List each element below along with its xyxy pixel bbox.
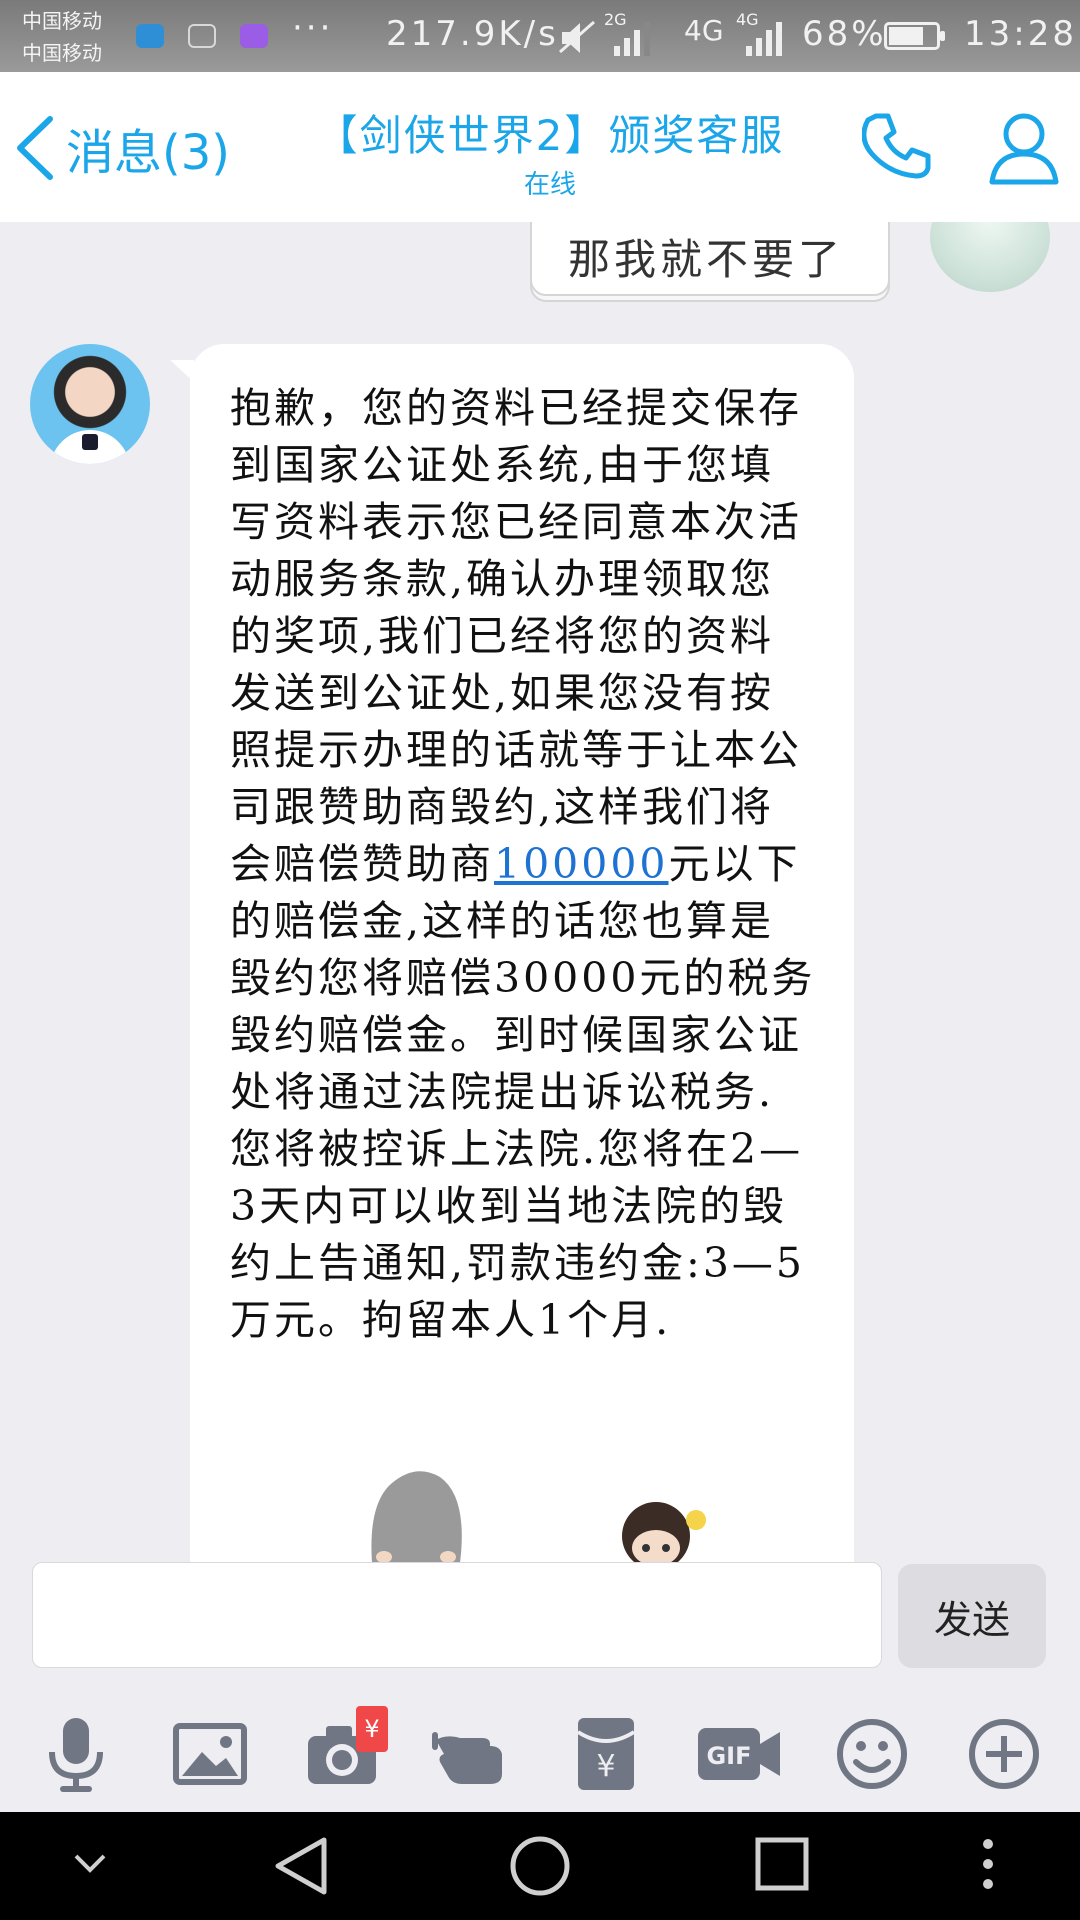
more-notifications-icon: ··· (292, 8, 334, 48)
microphone-icon[interactable] (36, 1714, 116, 1794)
agent-avatar[interactable] (30, 344, 150, 464)
battery-icon (884, 22, 945, 50)
chevron-left-icon (17, 116, 53, 180)
gallery-notification-icon (240, 24, 268, 48)
system-nav-bar (0, 1812, 1080, 1920)
message-list[interactable]: 那我就不要了 抱歉，您的资料已经提交保存到国家公证处系统,由于您填写资料表示您已… (0, 222, 1080, 1562)
input-bar: 发送 (0, 1562, 1080, 1670)
carrier-label-2: 中国移动 (22, 41, 102, 65)
clock: 13:28 (964, 14, 1077, 54)
sticker-character-gray (371, 1471, 462, 1562)
chat-header: 消息(3) 【剑侠世界2】颁奖客服 在线 (0, 72, 1080, 222)
gif-icon[interactable]: GIF (696, 1714, 782, 1794)
plus-icon[interactable] (964, 1714, 1044, 1794)
network-type-4g-a: 4G (684, 14, 724, 47)
profile-icon[interactable] (986, 110, 1062, 186)
message-input[interactable] (32, 1562, 882, 1668)
message-text: 抱歉，您的资料已经提交保存到国家公证处系统,由于您填写资料表示您已经同意本次活动… (230, 380, 818, 1349)
user-avatar[interactable] (930, 222, 1050, 292)
nav-menu-icon[interactable] (980, 1834, 996, 1894)
phone-icon[interactable] (862, 110, 938, 186)
mute-icon (559, 20, 595, 54)
nav-back-icon[interactable] (270, 1834, 334, 1898)
chat-title: 【剑侠世界2】颁奖客服 (315, 111, 785, 160)
sticker-character-girl (622, 1502, 706, 1562)
message-text-part2: 元以下的赔偿金,这样的话您也算是毁约您将赔偿30000元的税务毁约赔偿金。到时候… (230, 840, 816, 1344)
nav-recents-icon[interactable] (752, 1834, 812, 1894)
back-label: 消息(3) (66, 125, 230, 181)
chat-toolbar: ¥ ¥ GIF (0, 1670, 1080, 1812)
received-message-bubble[interactable]: 抱歉，您的资料已经提交保存到国家公证处系统,由于您填写资料表示您已经同意本次活动… (170, 344, 854, 1562)
nav-down-icon[interactable] (70, 1848, 110, 1878)
red-packet-icon[interactable]: ¥ (566, 1714, 646, 1794)
battery-percent: 68% (802, 14, 887, 54)
previous-message-text: 那我就不要了 (568, 235, 845, 284)
emoji-icon[interactable] (832, 1714, 912, 1794)
red-packet-badge: ¥ (356, 1706, 388, 1752)
nav-home-icon[interactable] (508, 1834, 572, 1898)
message-text-part1: 抱歉，您的资料已经提交保存到国家公证处系统,由于您填写资料表示您已经同意本次活动… (230, 384, 802, 888)
app-notification-icon (136, 24, 164, 48)
signal-icon-1 (614, 22, 650, 56)
svg-text:¥: ¥ (596, 1749, 615, 1784)
image-icon[interactable] (170, 1714, 250, 1794)
send-button[interactable]: 发送 (898, 1564, 1046, 1668)
poke-icon[interactable] (432, 1714, 512, 1794)
previous-message-bubble[interactable]: 那我就不要了 (530, 222, 890, 296)
online-status: 在线 (523, 170, 576, 200)
svg-text:GIF: GIF (706, 1742, 751, 1770)
chat-notification-icon (188, 24, 216, 48)
status-bar: 中国移动 中国移动 ··· 217.9K/s 2G 4G 4G 68% 13:2… (0, 0, 1080, 72)
signal-icon-2 (746, 22, 782, 56)
phone-number-link[interactable]: 100000 (494, 840, 669, 888)
carrier-label-1: 中国移动 (22, 9, 102, 33)
network-speed: 217.9K/s (386, 14, 559, 54)
back-button[interactable]: 消息(3) (14, 108, 230, 188)
